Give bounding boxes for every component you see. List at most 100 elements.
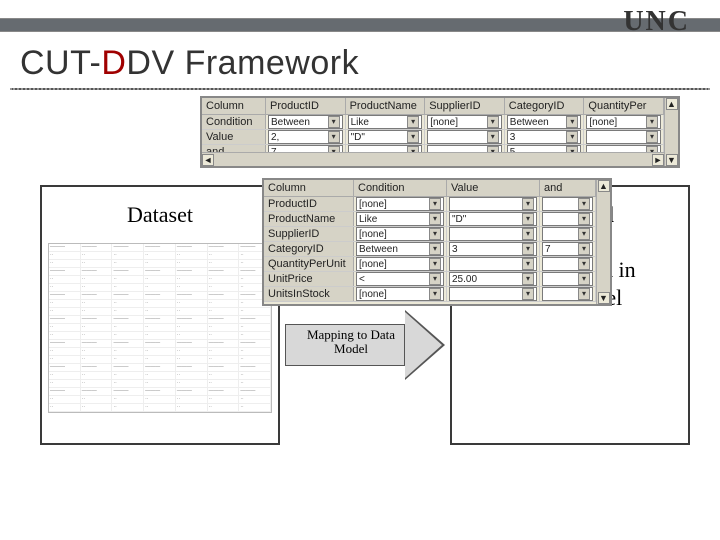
- combo-box[interactable]: ▾: [542, 197, 593, 211]
- dataset-label: Dataset: [42, 187, 278, 237]
- filter-row: ProductNameLike▾"D"▾▾: [264, 212, 610, 227]
- filter-cell: Like▾: [346, 115, 426, 129]
- filter-cell: 7▾: [540, 242, 596, 256]
- filter-cell: Between▾: [505, 115, 585, 129]
- combo-box[interactable]: ▾: [542, 257, 593, 271]
- filter-cell: [none]▾: [584, 115, 664, 129]
- chevron-down-icon[interactable]: ▾: [578, 258, 590, 270]
- filter-cell: [none]▾: [354, 227, 447, 241]
- combo-box[interactable]: ▾: [586, 130, 661, 144]
- combo-box[interactable]: 25.00▾: [449, 272, 537, 286]
- combo-box[interactable]: Like▾: [356, 212, 444, 226]
- filter-cell: ▾: [584, 130, 664, 144]
- column-header: ProductID: [266, 98, 346, 114]
- mapping-arrow: Mapping to Data Model: [285, 310, 445, 380]
- chevron-down-icon[interactable]: ▾: [407, 131, 419, 143]
- combo-box[interactable]: ▾: [542, 272, 593, 286]
- chevron-down-icon[interactable]: ▾: [522, 258, 534, 270]
- chevron-down-icon[interactable]: ▾: [522, 213, 534, 225]
- chevron-down-icon[interactable]: ▾: [522, 198, 534, 210]
- filter-cell: 3▾: [505, 130, 585, 144]
- row-label: UnitPrice: [264, 272, 354, 286]
- combo-box[interactable]: [none]▾: [356, 227, 444, 241]
- chevron-down-icon[interactable]: ▾: [522, 273, 534, 285]
- vertical-scrollbar[interactable]: ▲ ▼: [596, 180, 610, 304]
- scroll-right-icon[interactable]: ►: [652, 154, 664, 166]
- chevron-down-icon[interactable]: ▾: [429, 273, 441, 285]
- combo-box[interactable]: Between▾: [507, 115, 582, 129]
- chevron-down-icon[interactable]: ▾: [522, 228, 534, 240]
- combo-box[interactable]: ▾: [542, 212, 593, 226]
- combo-box[interactable]: ▾: [449, 197, 537, 211]
- combo-box[interactable]: 2,▾: [268, 130, 343, 144]
- combo-box[interactable]: 7▾: [542, 242, 593, 256]
- combo-box[interactable]: Between▾: [268, 115, 343, 129]
- column-header: Value: [447, 180, 540, 196]
- combo-box[interactable]: ▾: [449, 227, 537, 241]
- chevron-down-icon[interactable]: ▾: [429, 228, 441, 240]
- filter-cell: ▾: [540, 287, 596, 301]
- filter-row: QuantityPerUnit[none]▾▾▾: [264, 257, 610, 272]
- combo-box[interactable]: 3▾: [507, 130, 582, 144]
- row-label: QuantityPerUnit: [264, 257, 354, 271]
- filter-cell: ▾: [540, 257, 596, 271]
- combo-box[interactable]: <▾: [356, 272, 444, 286]
- combo-box[interactable]: ▾: [449, 257, 537, 271]
- filter-cell: ▾: [540, 227, 596, 241]
- chevron-down-icon[interactable]: ▾: [646, 116, 658, 128]
- combo-box[interactable]: [none]▾: [356, 257, 444, 271]
- chevron-down-icon[interactable]: ▾: [429, 258, 441, 270]
- chevron-down-icon[interactable]: ▾: [487, 116, 499, 128]
- scroll-left-icon[interactable]: ◄: [202, 154, 214, 166]
- chevron-down-icon[interactable]: ▾: [578, 243, 590, 255]
- combo-box[interactable]: 3▾: [449, 242, 537, 256]
- chevron-down-icon[interactable]: ▾: [522, 243, 534, 255]
- chevron-down-icon[interactable]: ▾: [578, 198, 590, 210]
- chevron-down-icon[interactable]: ▾: [328, 116, 340, 128]
- chevron-down-icon[interactable]: ▾: [522, 288, 534, 300]
- combo-box[interactable]: ▾: [449, 287, 537, 301]
- chevron-down-icon[interactable]: ▾: [646, 131, 658, 143]
- chevron-down-icon[interactable]: ▾: [578, 273, 590, 285]
- chevron-down-icon[interactable]: ▾: [578, 213, 590, 225]
- chevron-down-icon[interactable]: ▾: [429, 288, 441, 300]
- scroll-down-icon[interactable]: ▼: [666, 154, 678, 166]
- chevron-down-icon[interactable]: ▾: [429, 198, 441, 210]
- combo-box[interactable]: ▾: [542, 287, 593, 301]
- filter-cell: ▾: [425, 130, 505, 144]
- filter-row: ProductID[none]▾▾▾: [264, 197, 610, 212]
- chevron-down-icon[interactable]: ▾: [578, 288, 590, 300]
- chevron-down-icon[interactable]: ▾: [487, 131, 499, 143]
- chevron-down-icon[interactable]: ▾: [566, 131, 578, 143]
- chevron-down-icon[interactable]: ▾: [407, 116, 419, 128]
- combo-box[interactable]: [none]▾: [427, 115, 502, 129]
- combo-box[interactable]: [none]▾: [356, 287, 444, 301]
- chevron-down-icon[interactable]: ▾: [429, 243, 441, 255]
- column-header: QuantityPer: [584, 98, 664, 114]
- combo-box[interactable]: [none]▾: [356, 197, 444, 211]
- scroll-up-icon[interactable]: ▲: [598, 180, 610, 192]
- combo-box[interactable]: Between▾: [356, 242, 444, 256]
- combo-box[interactable]: "D"▾: [348, 130, 423, 144]
- filter-cell: [none]▾: [354, 257, 447, 271]
- vertical-scrollbar[interactable]: ▲ ▼: [664, 98, 678, 166]
- row-label: CategoryID: [264, 242, 354, 256]
- combo-box[interactable]: ▾: [542, 227, 593, 241]
- combo-box[interactable]: [none]▾: [586, 115, 661, 129]
- filter-cell: ▾: [540, 272, 596, 286]
- chevron-down-icon[interactable]: ▾: [429, 213, 441, 225]
- filter-cell: Like▾: [354, 212, 447, 226]
- chevron-down-icon[interactable]: ▾: [566, 116, 578, 128]
- chevron-down-icon[interactable]: ▾: [578, 228, 590, 240]
- dataset-box: Dataset —————————————————————···········…: [40, 185, 280, 445]
- combo-box[interactable]: "D"▾: [449, 212, 537, 226]
- horizontal-scrollbar[interactable]: ◄ ►: [202, 152, 664, 166]
- combo-box[interactable]: ▾: [427, 130, 502, 144]
- arrow-head-icon: [405, 310, 445, 380]
- combo-box[interactable]: Like▾: [348, 115, 423, 129]
- filter-row: UnitsInStock[none]▾▾▾: [264, 287, 610, 302]
- chevron-down-icon[interactable]: ▾: [328, 131, 340, 143]
- scroll-up-icon[interactable]: ▲: [666, 98, 678, 110]
- row-label: ProductName: [264, 212, 354, 226]
- scroll-down-icon[interactable]: ▼: [598, 292, 610, 304]
